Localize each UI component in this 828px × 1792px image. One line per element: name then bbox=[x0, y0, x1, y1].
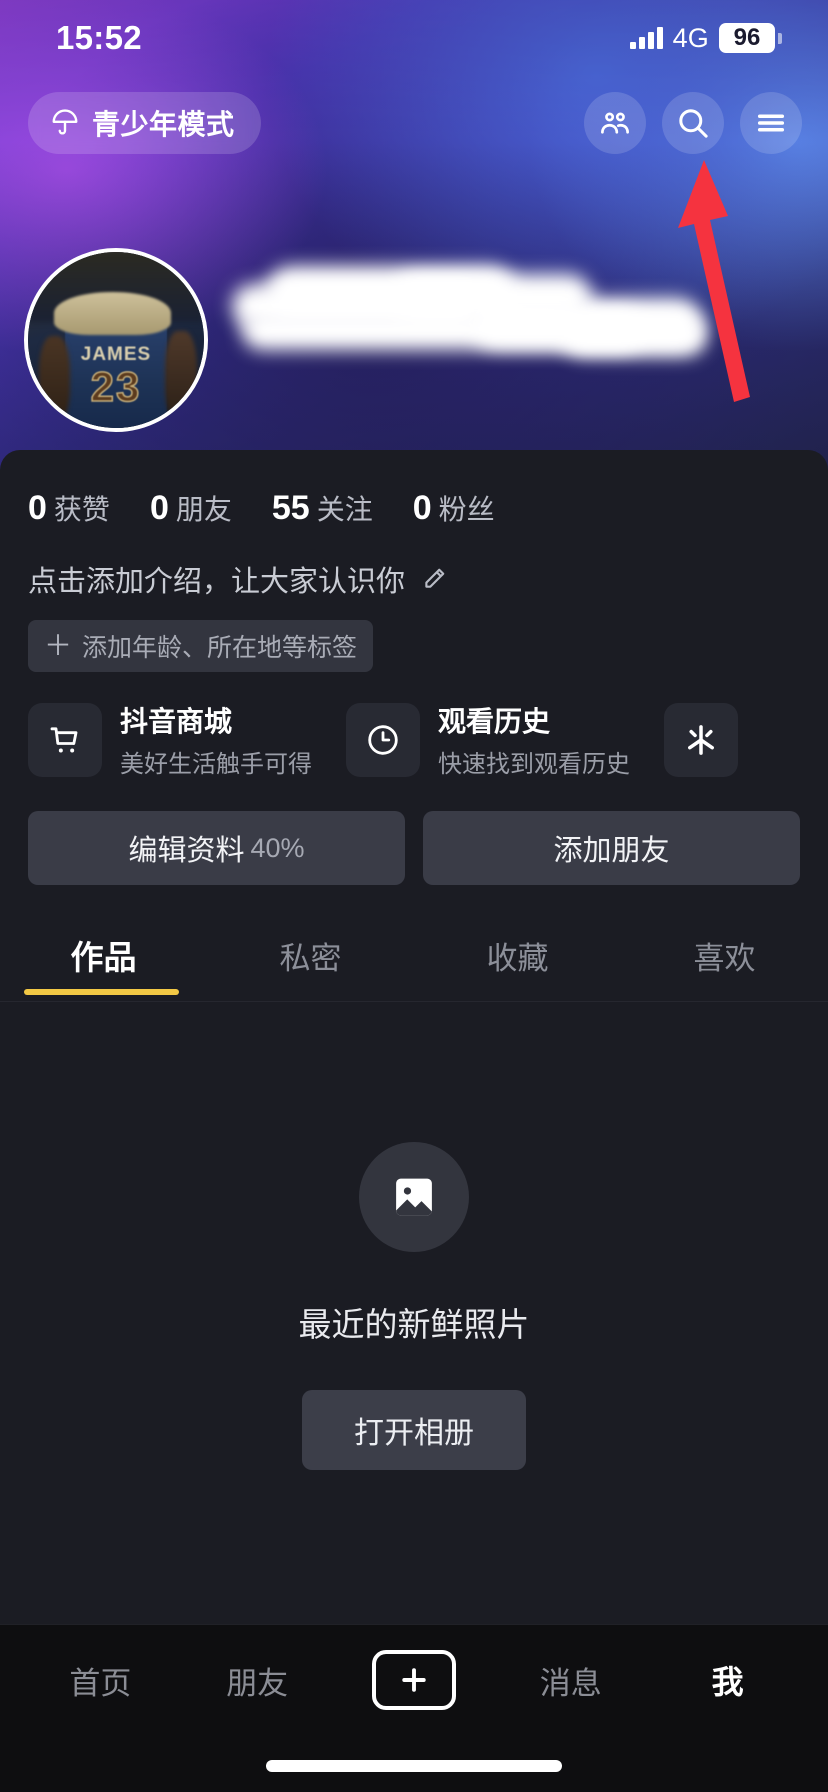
shortcut-title: 抖音商城 bbox=[120, 706, 233, 737]
add-friend-label: 添加朋友 bbox=[553, 835, 670, 867]
status-indicators: 4G 96 bbox=[629, 22, 782, 54]
nav-label: 我 bbox=[711, 1664, 744, 1700]
shortcut-subtitle: 美好生活触手可得 bbox=[120, 751, 312, 778]
tab-favorites[interactable]: 收藏 bbox=[414, 933, 621, 978]
menu-button[interactable] bbox=[740, 92, 802, 154]
tab-private[interactable]: 私密 bbox=[207, 933, 414, 978]
empty-state-title: 最近的新鲜照片 bbox=[298, 1306, 530, 1343]
stat-followers[interactable]: 0 粉丝 bbox=[413, 488, 495, 528]
douyin-star-icon-wrap bbox=[664, 702, 738, 777]
nav-messages[interactable]: 消息 bbox=[516, 1658, 626, 1703]
active-tab-underline bbox=[24, 989, 179, 995]
douyin-star-icon bbox=[688, 724, 714, 755]
action-buttons-row: 编辑资料 40% 添加朋友 bbox=[0, 779, 828, 885]
shortcut-card-history[interactable]: 观看历史 快速找到观看历史 bbox=[346, 700, 630, 779]
tab-label: 作品 bbox=[70, 939, 137, 976]
plus-icon: ＋ bbox=[44, 630, 73, 661]
stat-label: 关注 bbox=[316, 494, 373, 525]
clock-icon-wrap bbox=[346, 702, 420, 777]
search-icon bbox=[679, 109, 708, 138]
nav-me[interactable]: 我 bbox=[673, 1657, 783, 1703]
add-tags-label: 添加年龄、所在地等标签 bbox=[82, 634, 358, 662]
battery-level-label: 96 bbox=[733, 24, 761, 51]
open-album-label: 打开相册 bbox=[354, 1417, 474, 1450]
tab-label: 私密 bbox=[279, 940, 342, 976]
avatar-jersey-number: 23 bbox=[90, 362, 142, 411]
username-blurred bbox=[232, 262, 707, 382]
tab-likes[interactable]: 喜欢 bbox=[621, 933, 828, 978]
stat-value: 0 bbox=[149, 489, 169, 527]
stat-following[interactable]: 55 关注 bbox=[272, 488, 373, 528]
tab-label: 收藏 bbox=[486, 940, 549, 976]
shortcut-cards-row: 抖音商城 美好生活触手可得 观看历史 快速找到观看历史 bbox=[0, 672, 828, 779]
top-bar: 青少年模式 bbox=[0, 92, 828, 154]
stat-friends[interactable]: 0 朋友 bbox=[150, 488, 232, 528]
signal-bars-icon bbox=[629, 27, 663, 49]
battery-icon: 96 bbox=[719, 23, 782, 53]
friends-icon-button[interactable] bbox=[584, 92, 646, 154]
people-icon bbox=[601, 112, 629, 134]
nav-label: 首页 bbox=[69, 1665, 132, 1701]
image-placeholder-icon-wrap bbox=[359, 1142, 469, 1252]
plus-button[interactable] bbox=[371, 1650, 456, 1710]
nav-home[interactable]: 首页 bbox=[45, 1658, 155, 1703]
open-album-button[interactable]: 打开相册 bbox=[302, 1390, 526, 1470]
shortcut-subtitle: 快速找到观看历史 bbox=[438, 751, 630, 778]
stat-value: 55 bbox=[271, 489, 310, 527]
top-bar-actions bbox=[584, 92, 802, 154]
clock-icon bbox=[368, 724, 398, 755]
empty-state: 最近的新鲜照片 打开相册 bbox=[0, 1002, 828, 1470]
status-bar: 15:52 4G 96 bbox=[0, 0, 828, 76]
tag-row: ＋ 添加年龄、所在地等标签 bbox=[0, 600, 828, 672]
shortcut-title: 观看历史 bbox=[438, 706, 551, 737]
stat-label: 获赞 bbox=[53, 494, 110, 525]
status-clock: 15:52 bbox=[56, 19, 142, 56]
bio-row[interactable]: 点击添加介绍，让大家认识你 bbox=[0, 528, 828, 600]
stat-value: 0 bbox=[28, 489, 47, 527]
shortcut-card-creator[interactable] bbox=[664, 700, 738, 779]
stat-value: 0 bbox=[412, 489, 432, 527]
nav-label: 消息 bbox=[539, 1665, 602, 1701]
shopping-cart-icon bbox=[50, 726, 78, 752]
search-button[interactable] bbox=[662, 92, 724, 154]
bottom-navigation: 首页 朋友 消息 我 bbox=[0, 1624, 828, 1792]
hamburger-icon bbox=[757, 114, 785, 132]
umbrella-icon bbox=[52, 109, 78, 135]
edit-profile-label: 编辑资料 bbox=[128, 835, 245, 867]
teen-mode-label: 青少年模式 bbox=[92, 109, 235, 140]
plus-icon bbox=[402, 1668, 426, 1692]
add-tags-chip[interactable]: ＋ 添加年龄、所在地等标签 bbox=[28, 620, 374, 672]
network-type-label: 4G bbox=[672, 22, 709, 53]
nav-create[interactable] bbox=[359, 1650, 469, 1710]
shortcut-card-mall[interactable]: 抖音商城 美好生活触手可得 bbox=[28, 700, 312, 779]
stat-label: 朋友 bbox=[175, 494, 232, 525]
teen-mode-button[interactable]: 青少年模式 bbox=[28, 92, 261, 154]
profile-content-sheet: 0 获赞 0 朋友 55 关注 0 粉丝 点击添加介绍，让大家认识你 ＋ 添加年… bbox=[0, 450, 828, 1792]
nav-label: 朋友 bbox=[226, 1665, 289, 1701]
home-indicator bbox=[266, 1760, 562, 1772]
nav-friends[interactable]: 朋友 bbox=[202, 1658, 312, 1703]
shopping-cart-icon-wrap bbox=[28, 702, 102, 777]
avatar-image: JAMES 23 bbox=[28, 252, 204, 428]
stat-likes[interactable]: 0 获赞 bbox=[28, 488, 110, 528]
stat-label: 粉丝 bbox=[438, 494, 495, 525]
avatar[interactable]: JAMES 23 bbox=[24, 248, 208, 432]
edit-profile-button[interactable]: 编辑资料 40% bbox=[28, 811, 405, 885]
tab-works[interactable]: 作品 bbox=[0, 931, 207, 979]
tab-label: 喜欢 bbox=[693, 940, 756, 976]
bio-placeholder: 点击添加介绍，让大家认识你 bbox=[28, 566, 406, 598]
add-friend-button[interactable]: 添加朋友 bbox=[423, 811, 800, 885]
image-placeholder-icon bbox=[396, 1178, 432, 1216]
stats-row: 0 获赞 0 朋友 55 关注 0 粉丝 bbox=[0, 450, 828, 528]
content-tabs: 作品 私密 收藏 喜欢 bbox=[0, 885, 828, 995]
pencil-icon bbox=[425, 568, 445, 588]
phone-screen: 15:52 4G 96 青少年模式 JAMES 23 0 获赞 0 朋友 55 … bbox=[0, 0, 828, 1792]
edit-profile-progress: 40% bbox=[250, 832, 305, 863]
